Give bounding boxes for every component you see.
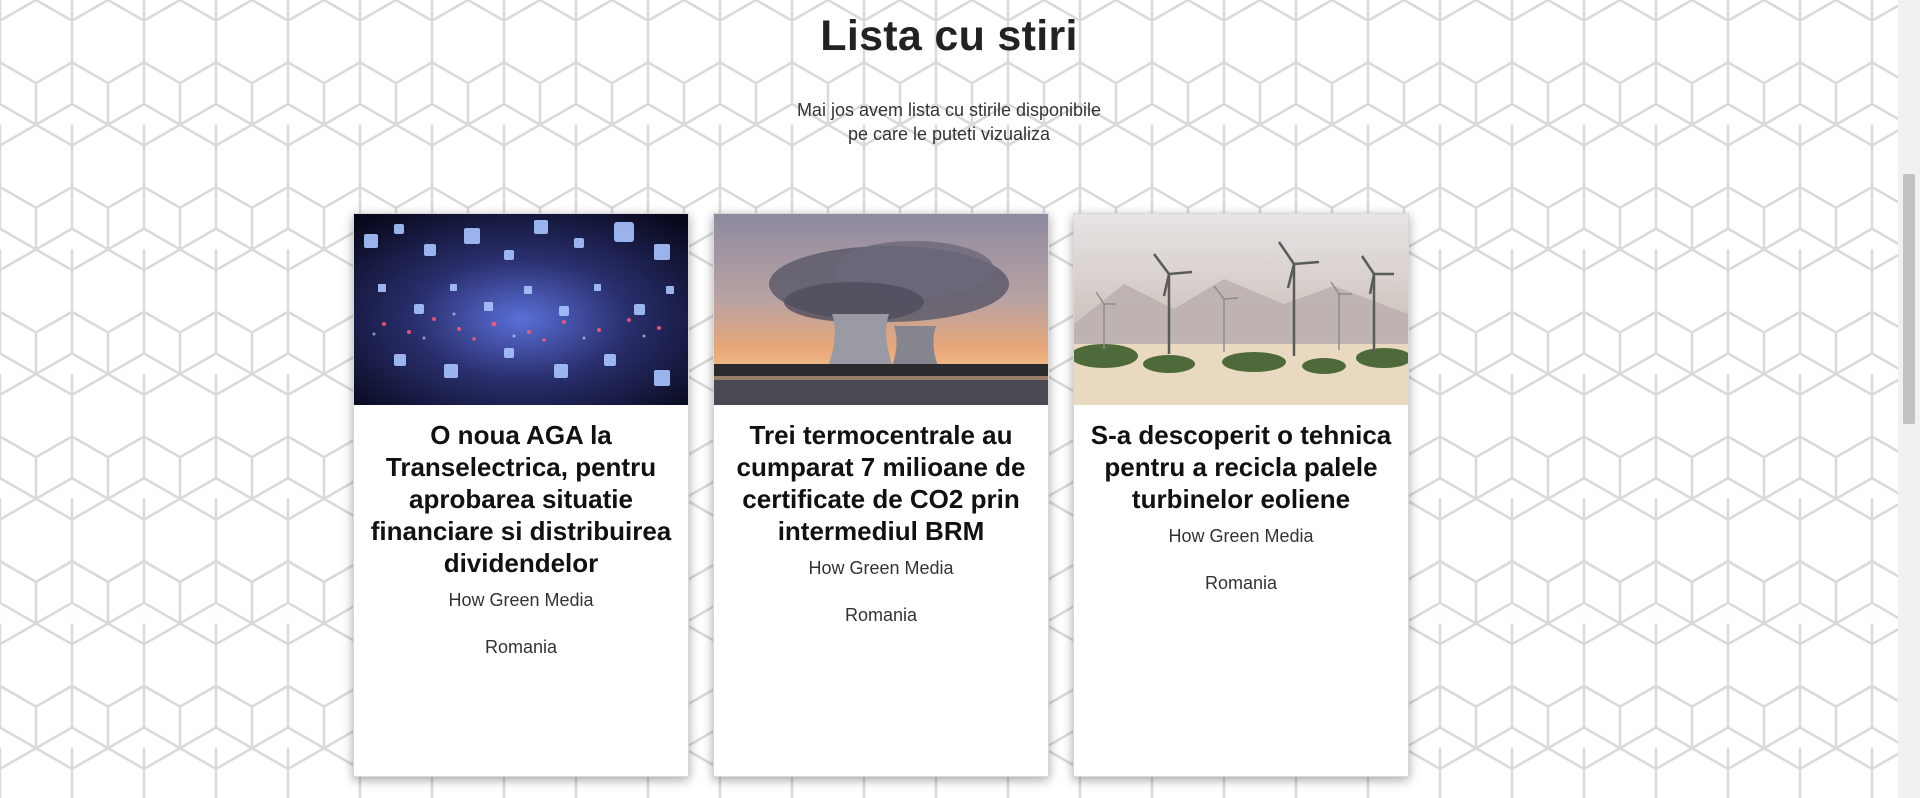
news-card-body: Trei termocentrale au cumparat 7 milioan…: [714, 405, 1048, 626]
news-card-body: S-a descoperit o tehnica pentru a recicl…: [1074, 405, 1408, 594]
subtitle-line-1: Mai jos avem lista cu stirile disponibil…: [796, 100, 1102, 120]
news-card[interactable]: S-a descoperit o tehnica pentru a recicl…: [1073, 213, 1409, 777]
news-source: How Green Media: [808, 558, 954, 578]
news-cards-grid: O noua AGA la Transelectrica, pentru apr…: [353, 213, 1413, 777]
news-source: How Green Media: [448, 590, 594, 610]
vertical-scrollbar[interactable]: [1898, 0, 1920, 798]
page-subtitle: Mai jos avem lista cu stirile disponibil…: [749, 98, 1149, 146]
news-title[interactable]: Trei termocentrale au cumparat 7 milioan…: [730, 419, 1032, 547]
scrollbar-thumb[interactable]: [1903, 174, 1915, 424]
news-source: How Green Media: [1168, 526, 1314, 546]
news-list-section: Lista cu stiri Mai jos avem lista cu sti…: [0, 0, 1898, 798]
subtitle-line-2: pe care le puteti vizualiza: [847, 124, 1051, 144]
news-card-body: O noua AGA la Transelectrica, pentru apr…: [354, 405, 688, 658]
news-card[interactable]: O noua AGA la Transelectrica, pentru apr…: [353, 213, 689, 777]
cooling-towers-sunset-image[interactable]: [714, 214, 1048, 405]
abstract-blue-lights-image[interactable]: [354, 214, 688, 405]
wind-turbines-desert-image[interactable]: [1074, 214, 1408, 405]
news-card[interactable]: Trei termocentrale au cumparat 7 milioan…: [713, 213, 1049, 777]
news-title[interactable]: O noua AGA la Transelectrica, pentru apr…: [370, 419, 672, 579]
news-title[interactable]: S-a descoperit o tehnica pentru a recicl…: [1090, 419, 1392, 515]
page-title: Lista cu stiri: [820, 12, 1078, 60]
news-country: Romania: [484, 637, 558, 657]
news-country: Romania: [1204, 573, 1278, 593]
news-country: Romania: [844, 605, 918, 625]
